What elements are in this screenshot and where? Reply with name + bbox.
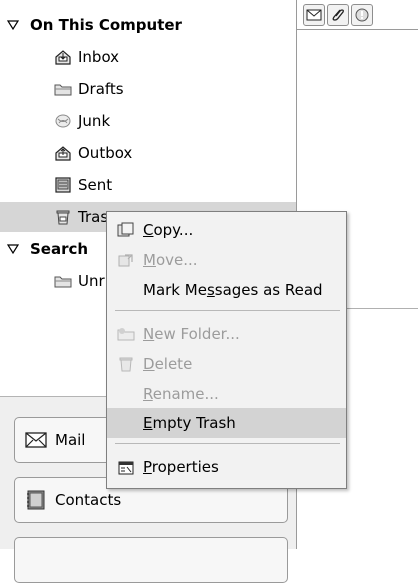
menu-item-label: Empty Trash xyxy=(143,414,236,432)
new-folder-icon xyxy=(113,319,139,349)
menu-item-copy[interactable]: Copy... xyxy=(107,215,346,245)
folder-label: Tras xyxy=(78,208,109,226)
mail-icon xyxy=(25,432,47,448)
search-folder-icon xyxy=(54,273,72,289)
drafts-folder-icon xyxy=(54,81,72,97)
menu-item-label: New Folder... xyxy=(143,325,240,343)
trash-icon xyxy=(54,209,72,225)
expander-open-icon[interactable] xyxy=(6,18,20,32)
inbox-icon xyxy=(54,49,72,65)
folder-label: Unr xyxy=(78,272,105,290)
folder-label: Junk xyxy=(78,112,111,130)
menu-separator xyxy=(115,310,340,311)
header-divider xyxy=(297,29,418,30)
menu-item-label: Properties xyxy=(143,458,219,476)
calendar-switch-button[interactable] xyxy=(14,537,288,583)
tree-group-label: Search xyxy=(30,240,89,258)
sent-icon xyxy=(54,177,72,193)
menu-separator xyxy=(115,443,340,444)
menu-item-label: Mark Messages as Read xyxy=(143,281,323,299)
envelope-status-icon xyxy=(306,9,322,21)
tree-group-label: On This Computer xyxy=(30,16,182,34)
folder-drafts[interactable]: Drafts xyxy=(0,74,296,104)
context-menu: Copy... Move... Mark Messages as Read Ne… xyxy=(106,211,347,489)
attachment-icon xyxy=(332,9,344,21)
properties-icon xyxy=(113,452,139,482)
menu-item-label: Copy... xyxy=(143,221,194,239)
contacts-icon xyxy=(27,490,45,510)
outbox-icon xyxy=(54,145,72,161)
column-attachment[interactable] xyxy=(327,4,349,26)
contacts-switch-label: Contacts xyxy=(55,491,122,509)
column-status[interactable] xyxy=(303,4,325,26)
folder-sent[interactable]: Sent xyxy=(0,170,296,200)
delete-icon xyxy=(113,349,139,379)
junk-icon xyxy=(54,113,72,129)
move-icon xyxy=(113,245,139,275)
menu-item-new-folder[interactable]: New Folder... xyxy=(107,319,346,349)
menu-item-mark-read[interactable]: Mark Messages as Read xyxy=(107,275,346,305)
menu-item-properties[interactable]: Properties xyxy=(107,452,346,482)
folder-label: Inbox xyxy=(78,48,120,66)
folder-label: Drafts xyxy=(78,80,124,98)
column-priority[interactable] xyxy=(351,4,373,26)
menu-item-label: Delete xyxy=(143,355,193,373)
folder-label: Sent xyxy=(78,176,113,194)
menu-item-empty-trash[interactable]: Empty Trash xyxy=(107,408,346,438)
menu-item-label: Rename... xyxy=(143,385,219,403)
folder-label: Outbox xyxy=(78,144,133,162)
menu-item-move[interactable]: Move... xyxy=(107,245,346,275)
expander-open-icon[interactable] xyxy=(6,242,20,256)
folder-outbox[interactable]: Outbox xyxy=(0,138,296,168)
message-list-header xyxy=(303,2,375,28)
menu-item-delete[interactable]: Delete xyxy=(107,349,346,379)
mail-switch-label: Mail xyxy=(55,431,86,449)
copy-icon xyxy=(113,215,139,245)
folder-junk[interactable]: Junk xyxy=(0,106,296,136)
menu-item-label: Move... xyxy=(143,251,198,269)
folder-inbox[interactable]: Inbox xyxy=(0,42,296,72)
tree-group-on-this-computer[interactable]: On This Computer xyxy=(0,10,296,40)
priority-icon xyxy=(355,8,369,22)
menu-item-rename[interactable]: Rename... xyxy=(107,379,346,409)
